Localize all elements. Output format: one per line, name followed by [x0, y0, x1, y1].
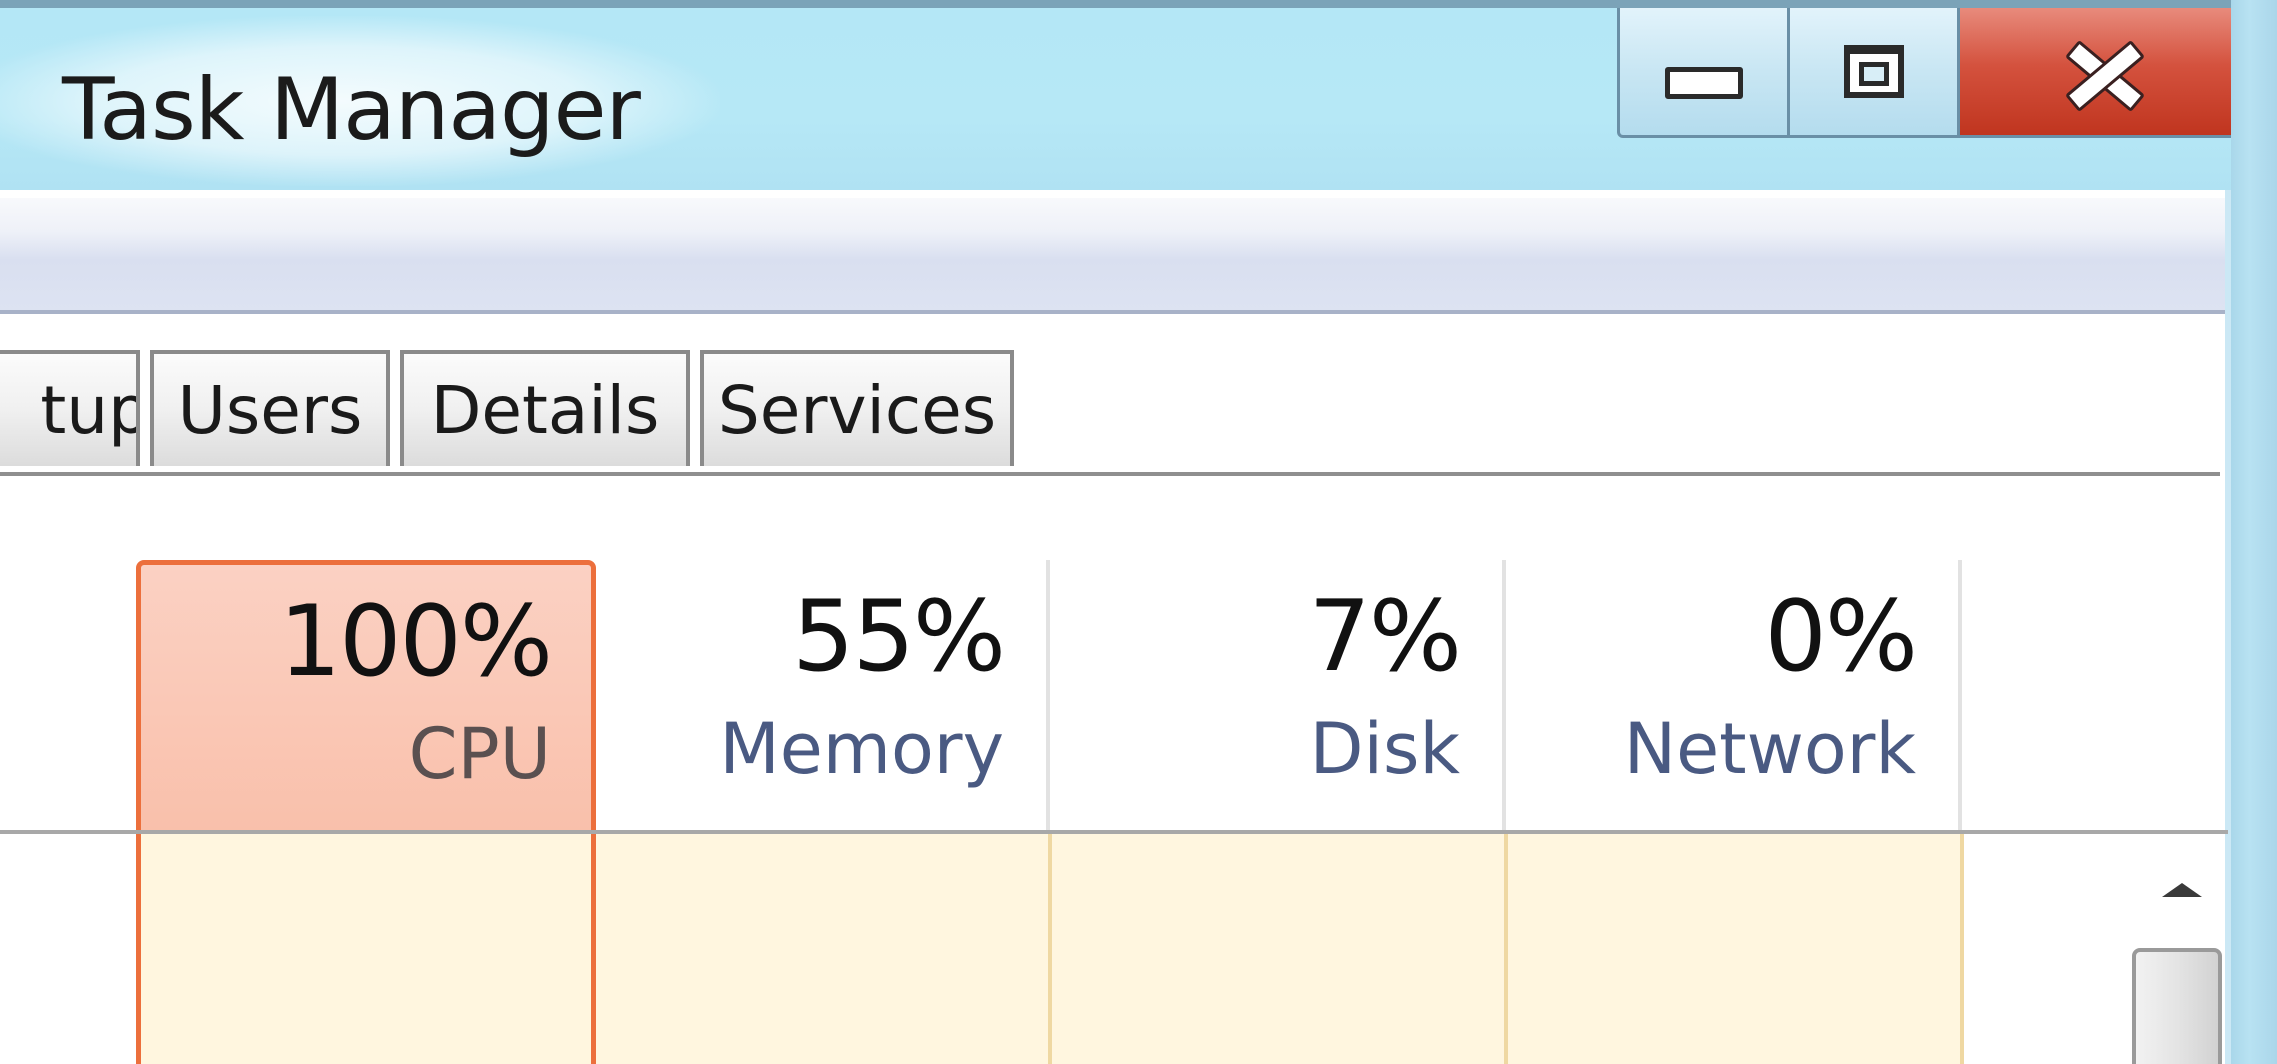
window-frame-top: [0, 0, 2277, 8]
chevron-up-icon: [2162, 883, 2202, 897]
column-divider[interactable]: [1502, 560, 1506, 831]
tab-baseline: [0, 472, 2220, 476]
restore-icon: [1843, 45, 1904, 98]
table-cell-network[interactable]: [1508, 834, 1964, 1064]
close-icon: [2060, 37, 2140, 107]
tab-label: Details: [430, 371, 660, 449]
column-header-memory[interactable]: 55% Memory: [600, 560, 1048, 831]
cpu-label: CPU: [408, 713, 551, 795]
table-cell-disk[interactable]: [1052, 834, 1508, 1064]
tab-strip: tup Users Details Services: [0, 350, 1014, 466]
network-label: Network: [1623, 708, 1916, 790]
tab-services[interactable]: Services: [700, 350, 1014, 466]
client-area: tup Users Details Services 100% CPU 55% …: [0, 190, 2228, 1064]
column-divider[interactable]: [1046, 560, 1050, 831]
memory-label: Memory: [719, 708, 1004, 790]
column-header-disk[interactable]: 7% Disk: [1052, 560, 1504, 831]
tab-users[interactable]: Users: [150, 350, 390, 466]
process-rows: [0, 834, 1964, 1064]
column-header-network[interactable]: 0% Network: [1508, 560, 1960, 831]
minimize-button[interactable]: [1620, 8, 1790, 135]
disk-percent: 7%: [1308, 580, 1462, 694]
scroll-up-button[interactable]: [2152, 860, 2212, 920]
memory-percent: 55%: [792, 580, 1006, 694]
cpu-percent: 100%: [278, 585, 553, 699]
network-percent: 0%: [1764, 580, 1918, 694]
column-divider[interactable]: [1958, 560, 1962, 831]
table-cell-cpu[interactable]: [136, 834, 596, 1064]
task-manager-window: Task Manager tup Users Details Services: [0, 0, 2277, 1064]
column-header-cpu[interactable]: 100% CPU: [136, 560, 596, 831]
disk-label: Disk: [1309, 708, 1460, 790]
window-frame-right[interactable]: [2231, 0, 2277, 1064]
tab-label: tup: [40, 371, 140, 449]
table-cell-memory[interactable]: [596, 834, 1052, 1064]
tab-startup[interactable]: tup: [0, 350, 140, 466]
tab-details[interactable]: Details: [400, 350, 690, 466]
caption-buttons: [1617, 8, 2243, 138]
window-title: Task Manager: [62, 60, 641, 160]
tab-label: Users: [177, 371, 363, 449]
close-button[interactable]: [1960, 8, 2240, 135]
scrollbar-thumb[interactable]: [2132, 948, 2222, 1064]
minimize-icon: [1664, 66, 1743, 99]
menu-bar: [0, 198, 2225, 314]
restore-button[interactable]: [1790, 8, 1960, 135]
tab-label: Services: [717, 371, 997, 449]
